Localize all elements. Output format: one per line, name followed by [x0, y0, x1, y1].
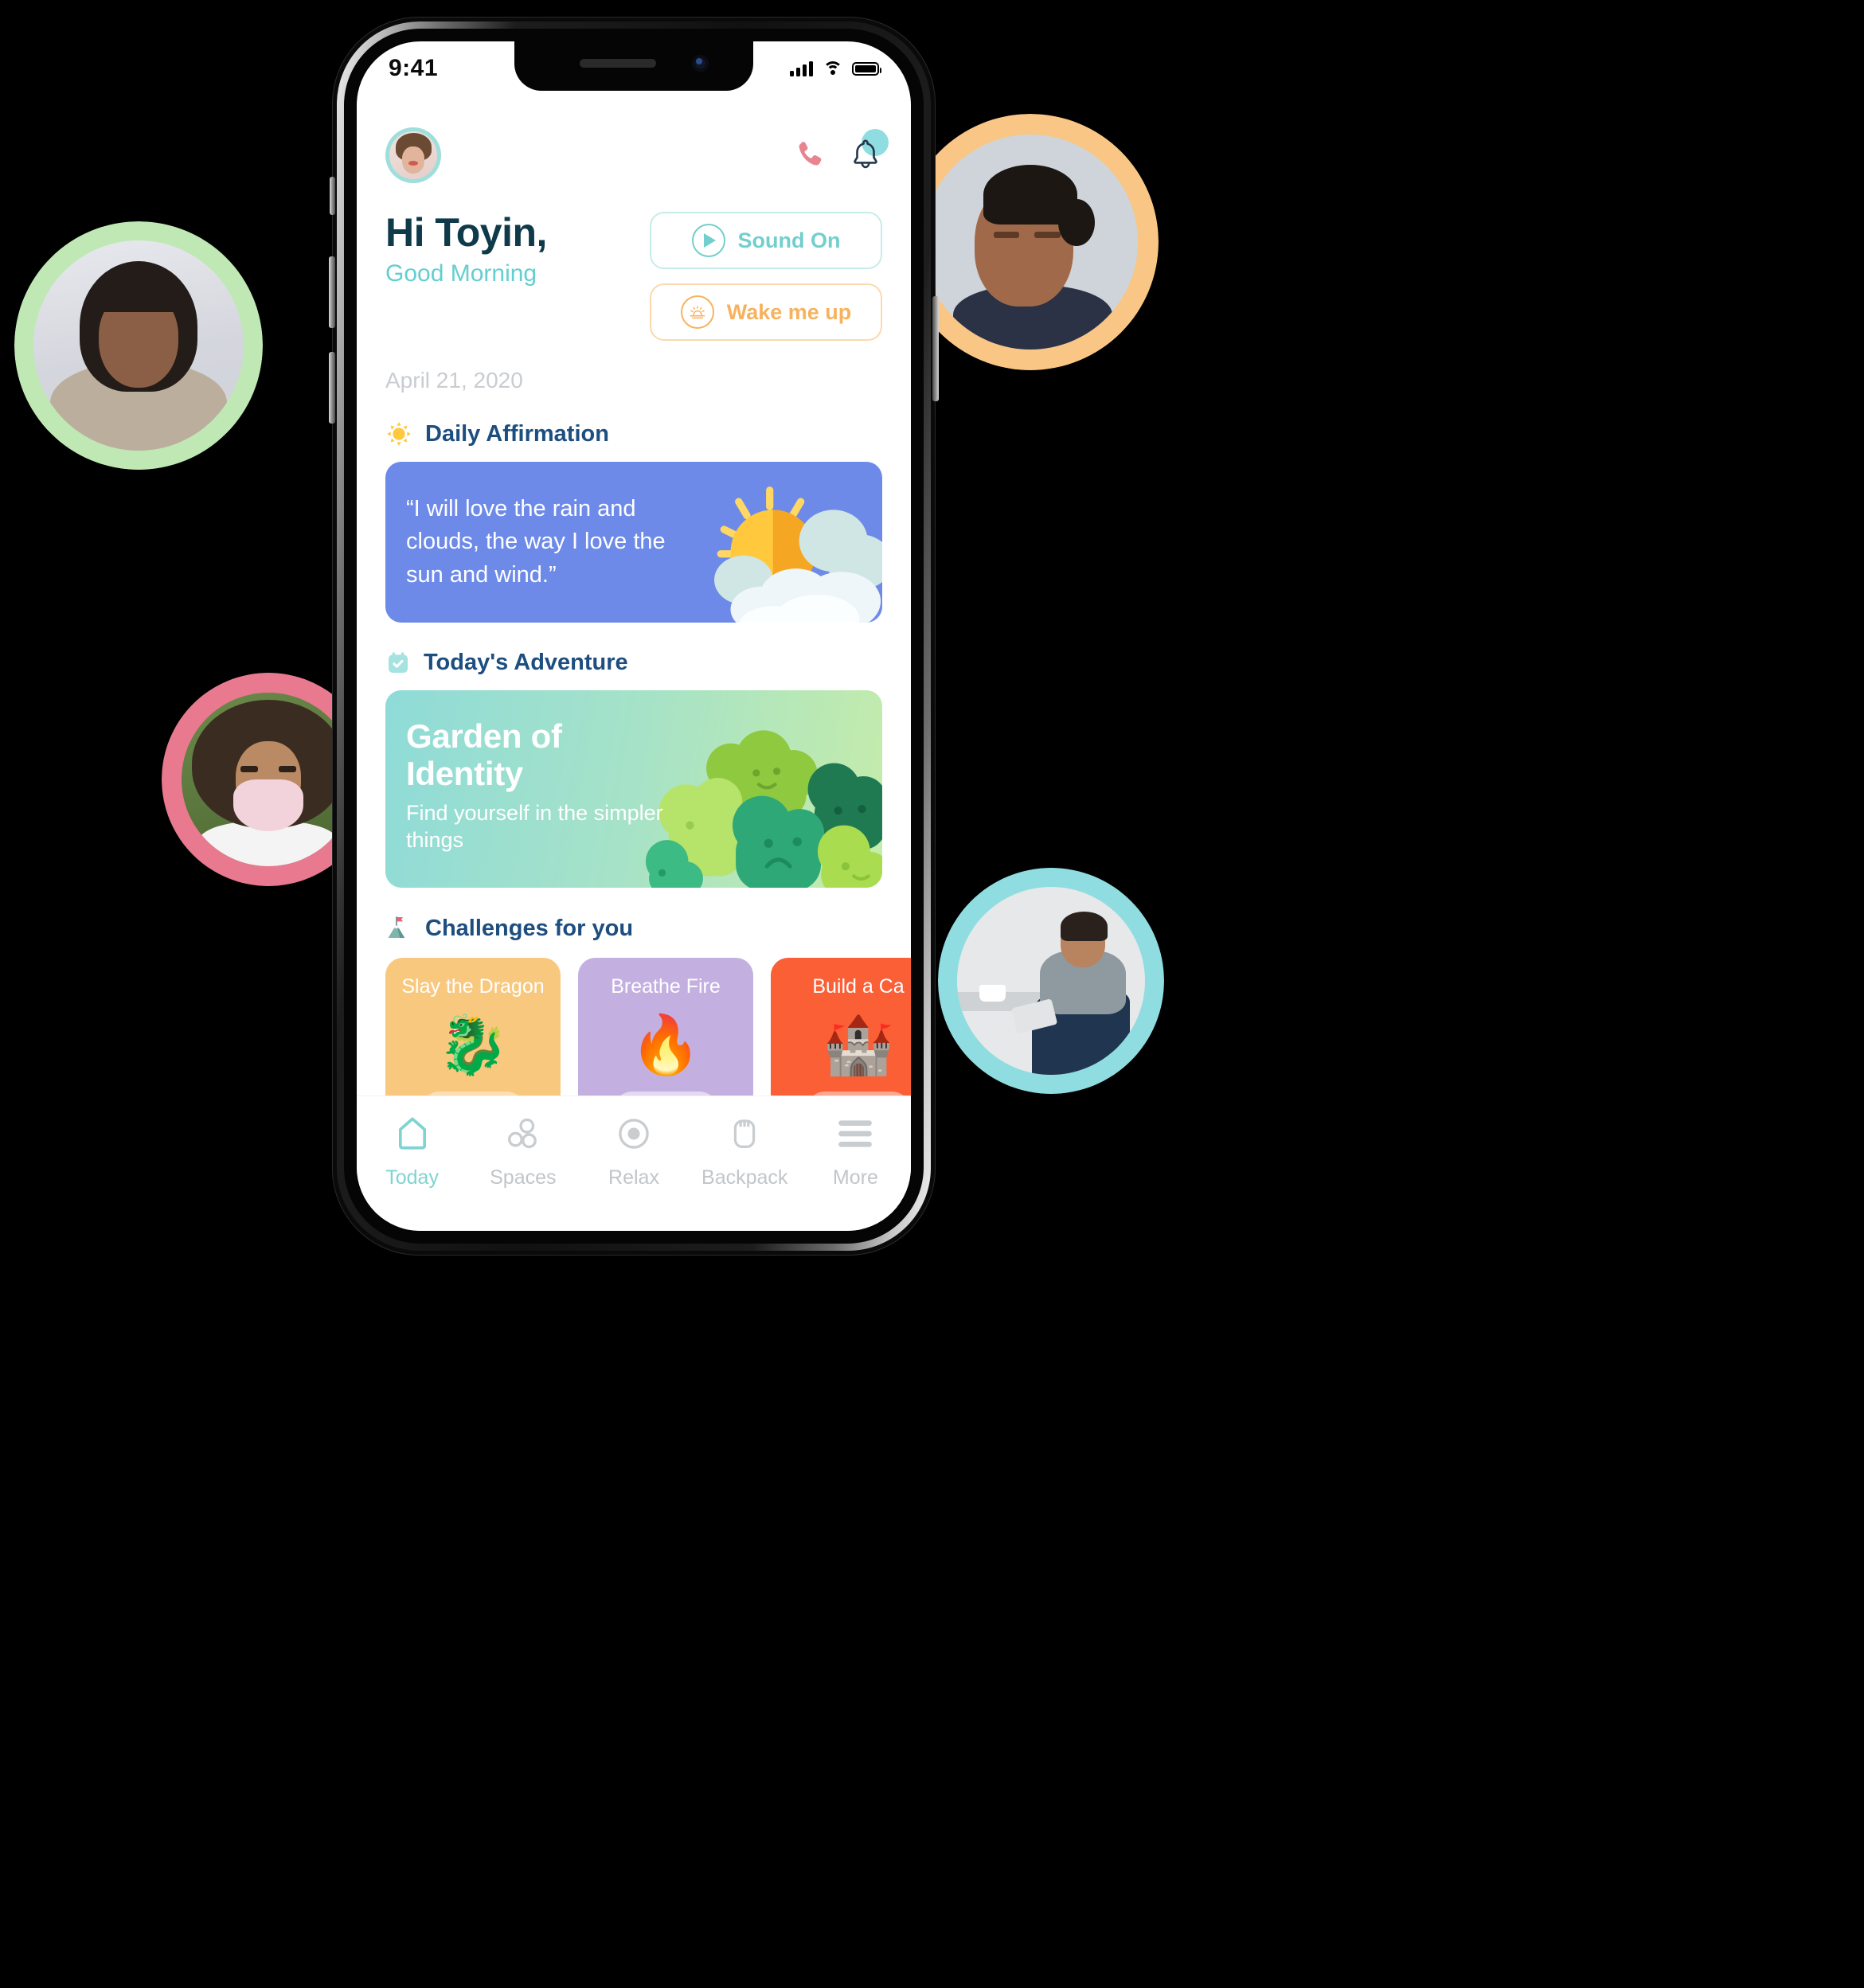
avatar[interactable]: [385, 127, 441, 183]
fire-icon: 🔥: [630, 1013, 701, 1077]
challenge-title: Breathe Fire: [611, 975, 721, 998]
adventure-subtitle: Find yourself in the simpler things: [406, 801, 663, 852]
todays-adventure-heading: Today's Adventure: [357, 623, 911, 676]
start-button[interactable]: Start: [806, 1092, 911, 1096]
menu-icon: [835, 1112, 875, 1155]
sound-on-label: Sound On: [737, 228, 841, 252]
avatar-bubble-teal: [938, 868, 1164, 1094]
green-bushes-illustration: [645, 730, 882, 888]
phone-icon[interactable]: [793, 139, 826, 172]
affirmation-card[interactable]: “I will love the rain and clouds, the wa…: [385, 462, 882, 623]
bubble-photo: [33, 240, 244, 451]
section-title: Today's Adventure: [424, 650, 628, 675]
status-time: 9:41: [389, 55, 439, 81]
tab-spaces[interactable]: Spaces: [467, 1112, 578, 1189]
start-button[interactable]: Start: [613, 1092, 718, 1096]
sun-behind-clouds-illustration: [714, 486, 882, 623]
challenges-heading: Challenges for you: [357, 888, 911, 942]
tab-label: Relax: [608, 1166, 659, 1189]
battery-icon: [852, 61, 881, 76]
phone-mockup: 9:41 Hi Toyin, Good Morning Sound On Wak…: [329, 18, 939, 1255]
tab-backpack[interactable]: Backpack: [690, 1112, 800, 1189]
dragon-icon: 🐉: [437, 1013, 509, 1077]
sound-on-button[interactable]: Sound On: [650, 212, 882, 269]
tab-relax[interactable]: Relax: [578, 1112, 689, 1189]
tab-today[interactable]: Today: [357, 1112, 467, 1189]
phone-mute-switch: [330, 177, 335, 215]
affirmation-card-wrap: “I will love the rain and clouds, the wa…: [357, 447, 911, 623]
bubble-photo: [182, 693, 355, 866]
tab-label: More: [832, 1166, 878, 1189]
tab-label: Spaces: [490, 1166, 557, 1189]
avatar-bubble-green: [14, 221, 263, 470]
cellular-signal-icon: [790, 61, 813, 76]
greeting-block: Hi Toyin, Good Morning: [385, 212, 547, 287]
phone-notch: [514, 41, 753, 91]
header-icons: [793, 129, 889, 174]
phone-screen: 9:41 Hi Toyin, Good Morning Sound On Wak…: [357, 41, 911, 1231]
affirmation-quote: “I will love the rain and clouds, the wa…: [406, 496, 666, 588]
challenge-card[interactable]: Breathe Fire 🔥 Start: [578, 958, 753, 1096]
bottom-navigation: Today Spaces Relax Backpack More: [357, 1096, 911, 1231]
sunrise-circle-icon: [680, 295, 714, 329]
bell-icon[interactable]: [849, 129, 889, 174]
challenge-card[interactable]: Slay the Dragon 🐉 Start: [385, 958, 561, 1096]
app-container: Hi Toyin, Good Morning Sound On Wake me …: [357, 41, 911, 1231]
adventure-title: Garden of Identity: [406, 717, 562, 793]
app-header: [357, 91, 911, 183]
challenge-title: Build a Ca: [812, 975, 905, 998]
bubble-photo: [957, 887, 1145, 1075]
challenge-title: Slay the Dragon: [401, 975, 545, 998]
quick-actions: Sound On Wake me up: [650, 212, 882, 341]
play-circle-icon: [691, 224, 725, 257]
mountain-flag-icon: [388, 916, 405, 939]
adventure-card[interactable]: Garden of Identity Find yourself in the …: [385, 690, 882, 888]
earpiece-speaker: [580, 59, 656, 68]
target-icon: [614, 1112, 654, 1155]
tab-label: Today: [385, 1166, 439, 1189]
front-camera: [692, 55, 709, 72]
wake-me-up-label: Wake me up: [726, 299, 852, 324]
start-button[interactable]: Start: [420, 1092, 526, 1096]
adventure-card-wrap: Garden of Identity Find yourself in the …: [357, 676, 911, 888]
greeting-subtitle: Good Morning: [385, 260, 537, 287]
sun-icon: [387, 422, 411, 446]
phone-volume-down-button: [329, 352, 335, 424]
app-scroll-area[interactable]: Hi Toyin, Good Morning Sound On Wake me …: [357, 91, 911, 1096]
tab-more[interactable]: More: [800, 1112, 911, 1189]
challenge-card[interactable]: Build a Ca 🏰 Start: [771, 958, 911, 1096]
section-title: Daily Affirmation: [425, 420, 609, 447]
greeting-row: Hi Toyin, Good Morning Sound On Wake me …: [357, 183, 911, 341]
tab-label: Backpack: [701, 1166, 788, 1189]
wifi-icon: [823, 61, 842, 76]
circles-icon: [503, 1112, 543, 1155]
section-title: Challenges for you: [425, 915, 634, 941]
avatar-bubble-orange: [902, 114, 1159, 370]
bubble-photo: [923, 135, 1138, 350]
backpack-icon: [725, 1112, 764, 1155]
home-icon: [392, 1112, 433, 1155]
page-root: 9:41 Hi Toyin, Good Morning Sound On Wak…: [0, 0, 1864, 1988]
phone-power-button: [932, 296, 939, 401]
daily-affirmation-heading: Daily Affirmation: [357, 393, 911, 447]
current-date: April 21, 2020: [385, 368, 523, 393]
wake-me-up-button[interactable]: Wake me up: [650, 283, 882, 341]
phone-volume-up-button: [329, 256, 335, 328]
page-title: Hi Toyin,: [385, 210, 547, 255]
calendar-check-icon: [389, 651, 408, 673]
challenges-list[interactable]: Slay the Dragon 🐉 Start Breathe Fire 🔥 S…: [357, 942, 911, 1096]
castle-icon: 🏰: [823, 1013, 894, 1077]
